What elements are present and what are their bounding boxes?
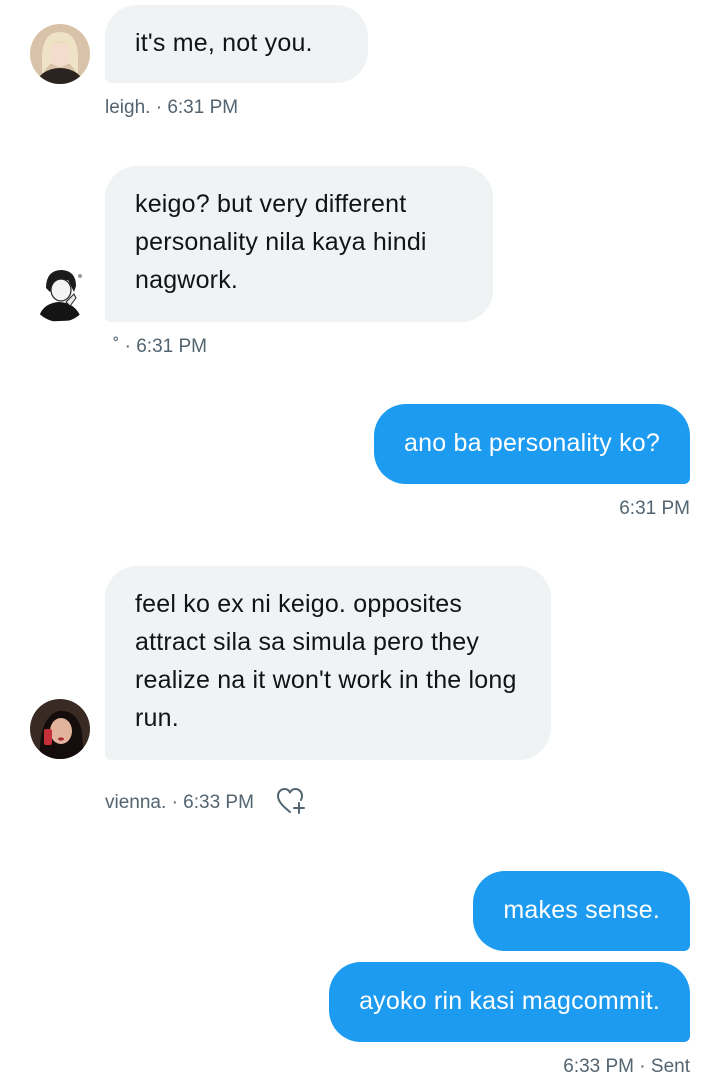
message-time: 6:31 PM <box>619 498 690 519</box>
message-text: keigo? but very different personality ni… <box>135 190 427 294</box>
meta-separator: · <box>639 1056 646 1077</box>
message-meta: ˚ · 6:31 PM <box>113 335 207 359</box>
message-text: makes sense. <box>503 896 660 924</box>
message-bubble-incoming[interactable]: feel ko ex ni keigo. opposites attract s… <box>105 566 551 760</box>
heart-plus-icon[interactable] <box>275 786 307 816</box>
message-time: 6:33 PM <box>563 1056 635 1077</box>
message-bubble-outgoing[interactable]: ano ba personality ko? <box>374 404 690 484</box>
meta-separator: · <box>124 336 131 357</box>
message-text: feel ko ex ni keigo. opposites attract s… <box>135 590 517 732</box>
sender-name[interactable]: vienna. <box>105 792 166 813</box>
message-bubble-outgoing[interactable]: makes sense. <box>473 871 690 951</box>
message-text: ano ba personality ko? <box>404 429 660 457</box>
message-text: it's me, not you. <box>135 29 313 57</box>
message-meta: vienna. · 6:33 PM <box>105 791 254 815</box>
message-meta: leigh. · 6:31 PM <box>105 96 238 120</box>
meta-separator: · <box>155 97 163 118</box>
message-status: Sent <box>650 1056 690 1077</box>
message-time: 6:33 PM <box>183 792 254 813</box>
message-time: 6:31 PM <box>167 97 239 118</box>
message-bubble-outgoing[interactable]: ayoko rin kasi magcommit. <box>329 962 690 1042</box>
message-meta: 6:31 PM <box>619 497 690 521</box>
message-text: ayoko rin kasi magcommit. <box>359 987 660 1015</box>
meta-separator: · <box>171 792 178 813</box>
sender-name[interactable]: leigh. <box>105 97 150 118</box>
message-time: 6:31 PM <box>136 336 207 357</box>
avatar-sender[interactable] <box>30 262 90 322</box>
avatar-vienna[interactable] <box>30 699 90 759</box>
message-bubble-incoming[interactable]: it's me, not you. <box>105 5 368 83</box>
sender-name[interactable]: ˚ <box>113 336 119 357</box>
message-bubble-incoming[interactable]: keigo? but very different personality ni… <box>105 166 493 322</box>
message-meta: 6:33 PM · Sent <box>563 1055 690 1079</box>
avatar-leigh[interactable] <box>30 24 90 84</box>
